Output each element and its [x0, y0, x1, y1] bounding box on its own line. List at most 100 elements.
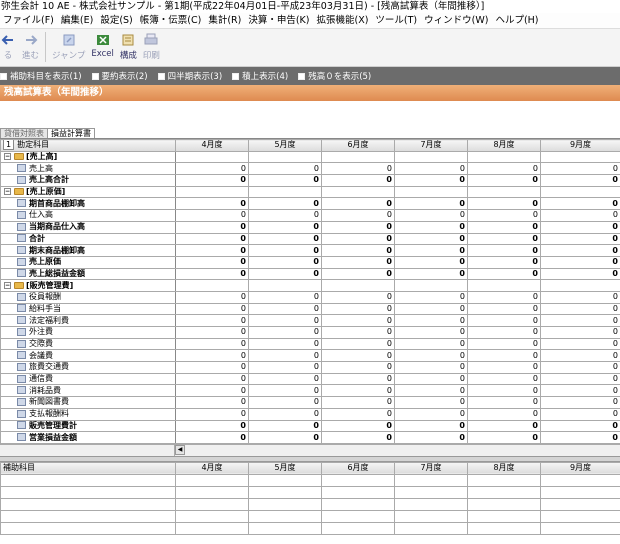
table-row[interactable]: 売上総損益金額 0 0 0 0 0 0	[0, 267, 620, 281]
section-row[interactable]: − [売上原価]	[0, 185, 620, 199]
amount-cell[interactable]: 0	[321, 290, 395, 304]
menu-item[interactable]: 設定(S)	[97, 13, 136, 29]
menu-item[interactable]: ヘルプ(H)	[492, 13, 542, 29]
amount-cell[interactable]: 0	[248, 290, 322, 304]
amount-cell[interactable]: 0	[321, 372, 395, 386]
sub-account-header[interactable]: 補助科目	[0, 461, 176, 475]
amount-cell[interactable]: 0	[248, 220, 322, 234]
table-row[interactable]: 消耗品費 0 0 0 0 0 0	[0, 384, 620, 398]
amount-cell[interactable]: 0	[175, 349, 249, 363]
empty-cell[interactable]	[248, 473, 322, 487]
menu-item[interactable]: 決算・申告(K)	[245, 13, 313, 29]
empty-cell[interactable]	[0, 521, 176, 535]
empty-cell[interactable]	[248, 485, 322, 499]
amount-cell[interactable]	[321, 279, 395, 292]
amount-cell[interactable]: 0	[467, 314, 541, 327]
scroll-left-icon[interactable]: ◀	[175, 445, 185, 456]
amount-cell[interactable]	[394, 279, 468, 292]
amount-cell[interactable]: 0	[540, 302, 620, 316]
amount-cell[interactable]: 0	[175, 431, 249, 444]
amount-cell[interactable]	[540, 150, 620, 164]
amount-cell[interactable]: 0	[467, 419, 541, 433]
amount-cell[interactable]: 0	[321, 255, 395, 269]
amount-cell[interactable]: 0	[540, 361, 620, 374]
section-row[interactable]: − [販売管理費]	[0, 279, 620, 292]
amount-cell[interactable]: 0	[467, 244, 541, 257]
empty-cell[interactable]	[321, 485, 395, 499]
amount-cell[interactable]: 0	[394, 255, 468, 269]
empty-cell[interactable]	[540, 485, 620, 499]
amount-cell[interactable]	[175, 150, 249, 164]
collapse-icon[interactable]: −	[4, 153, 11, 161]
section-row[interactable]: − [売上高]	[0, 150, 620, 164]
amount-cell[interactable]: 0	[467, 290, 541, 304]
amount-cell[interactable]: 0	[467, 162, 541, 176]
empty-cell[interactable]	[175, 521, 249, 535]
table-row[interactable]: 当期商品仕入高 0 0 0 0 0 0	[0, 220, 620, 234]
empty-cell[interactable]	[467, 485, 541, 499]
collapse-icon[interactable]: −	[4, 281, 11, 289]
amount-cell[interactable]	[248, 150, 322, 164]
option-checkbox[interactable]: 四半期表示(3)	[157, 70, 222, 82]
empty-cell[interactable]	[394, 521, 468, 535]
empty-cell[interactable]	[540, 473, 620, 487]
amount-cell[interactable]: 0	[394, 220, 468, 234]
amount-cell[interactable]	[175, 279, 249, 292]
menu-item[interactable]: 集計(R)	[205, 13, 245, 29]
empty-cell[interactable]	[248, 521, 322, 535]
empty-cell[interactable]	[467, 509, 541, 523]
empty-cell[interactable]	[321, 473, 395, 487]
table-row[interactable]: 会議費 0 0 0 0 0 0	[0, 349, 620, 363]
amount-cell[interactable]: 0	[248, 232, 322, 246]
month-header[interactable]: 4月度	[175, 139, 249, 152]
month-header[interactable]: 8月度	[467, 461, 541, 475]
amount-cell[interactable]: 0	[321, 314, 395, 327]
option-checkbox[interactable]: 補助科目を表示(1)	[0, 70, 82, 82]
amount-cell[interactable]: 0	[175, 419, 249, 433]
amount-cell[interactable]: 0	[540, 349, 620, 363]
table-row[interactable]: 営業損益金額 0 0 0 0 0 0	[0, 431, 620, 444]
amount-cell[interactable]: 0	[394, 372, 468, 386]
amount-cell[interactable]: 0	[175, 396, 249, 409]
month-header[interactable]: 5月度	[248, 461, 322, 475]
amount-cell[interactable]: 0	[321, 174, 395, 187]
amount-cell[interactable]: 0	[248, 326, 322, 339]
amount-cell[interactable]: 0	[540, 407, 620, 421]
amount-cell[interactable]: 0	[394, 290, 468, 304]
empty-cell[interactable]	[175, 497, 249, 511]
amount-cell[interactable]: 0	[321, 361, 395, 374]
amount-cell[interactable]	[467, 279, 541, 292]
amount-cell[interactable]: 0	[248, 314, 322, 327]
menu-item[interactable]: ツール(T)	[372, 13, 421, 29]
amount-cell[interactable]: 0	[394, 209, 468, 222]
amount-cell[interactable]: 0	[321, 384, 395, 398]
amount-cell[interactable]: 0	[467, 349, 541, 363]
amount-cell[interactable]: 0	[321, 209, 395, 222]
amount-cell[interactable]: 0	[540, 220, 620, 234]
empty-cell[interactable]	[321, 509, 395, 523]
amount-cell[interactable]: 0	[467, 396, 541, 409]
empty-cell[interactable]	[394, 497, 468, 511]
table-row[interactable]: 売上原価 0 0 0 0 0 0	[0, 255, 620, 269]
amount-cell[interactable]: 0	[175, 255, 249, 269]
back-button[interactable]: る	[0, 32, 16, 61]
month-header[interactable]: 9月度	[540, 139, 620, 152]
amount-cell[interactable]: 0	[248, 384, 322, 398]
amount-cell[interactable]: 0	[394, 302, 468, 316]
amount-cell[interactable]: 0	[394, 419, 468, 433]
sub-table-row[interactable]	[0, 473, 620, 487]
amount-cell[interactable]: 0	[175, 232, 249, 246]
amount-cell[interactable]: 0	[394, 431, 468, 444]
amount-cell[interactable]: 0	[175, 337, 249, 351]
amount-cell[interactable]: 0	[175, 407, 249, 421]
table-row[interactable]: 旅費交通費 0 0 0 0 0 0	[0, 361, 620, 374]
amount-cell[interactable]: 0	[467, 220, 541, 234]
empty-cell[interactable]	[394, 509, 468, 523]
table-row[interactable]: 支払報酬料 0 0 0 0 0 0	[0, 407, 620, 421]
amount-cell[interactable]: 0	[248, 407, 322, 421]
amount-cell[interactable]: 0	[467, 431, 541, 444]
table-row[interactable]: 期首商品棚卸高 0 0 0 0 0 0	[0, 197, 620, 211]
month-header[interactable]: 4月度	[175, 461, 249, 475]
amount-cell[interactable]: 0	[394, 197, 468, 211]
amount-cell[interactable]: 0	[321, 197, 395, 211]
